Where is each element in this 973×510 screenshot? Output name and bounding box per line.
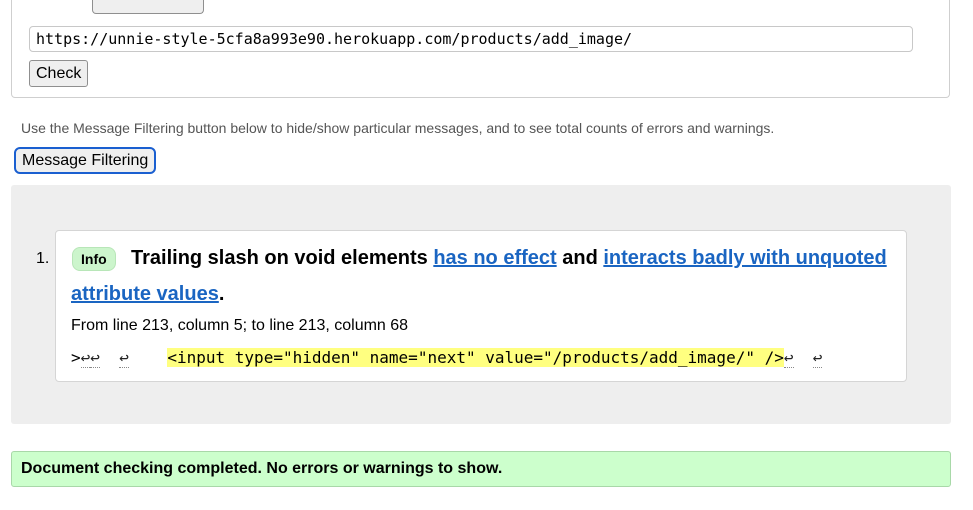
message-text-middle: and: [556, 247, 604, 269]
validator-page: Check Use the Message Filtering button b…: [0, 0, 973, 510]
check-form: Check: [11, 0, 950, 98]
line-feed-icon: ↩: [90, 348, 100, 368]
message-item: Info Trailing slash on void elements has…: [55, 230, 907, 382]
line-feed-icon: ↩: [812, 348, 823, 368]
line-feed-icon: ↩: [80, 348, 91, 368]
message-number: 1.: [36, 250, 50, 267]
message-filtering-button[interactable]: Message Filtering: [14, 147, 157, 174]
line-feed-icon: ↩: [783, 348, 794, 368]
interacts-badly-link-continued[interactable]: attribute values: [71, 283, 219, 305]
interacts-badly-link[interactable]: interacts badly with unquoted: [603, 247, 886, 269]
partial-button[interactable]: [92, 0, 204, 14]
code-extract: >↩↩ ↩ <input type="hidden" name="next" v…: [71, 348, 823, 368]
extract-prefix: >: [71, 348, 81, 367]
checking-completed-status: Document checking completed. No errors o…: [11, 451, 951, 487]
has-no-effect-link[interactable]: has no effect: [433, 247, 556, 269]
filter-hint: Use the Message Filtering button below t…: [21, 120, 775, 136]
url-input[interactable]: [29, 26, 913, 52]
info-badge: Info: [72, 247, 116, 271]
message-text-after: .: [218, 283, 225, 305]
extract-highlighted-code: <input type="hidden" name="next" value="…: [167, 348, 784, 367]
message-text-before: Trailing slash on void elements: [131, 247, 434, 269]
message-text: Trailing slash on void elements has no e…: [131, 246, 887, 270]
line-feed-icon: ↩: [119, 348, 129, 368]
message-text-continued: attribute values.: [71, 282, 224, 306]
check-button[interactable]: Check: [29, 60, 89, 87]
extract-spacing: [129, 348, 168, 367]
message-location: From line 213, column 5; to line 213, co…: [71, 317, 409, 334]
